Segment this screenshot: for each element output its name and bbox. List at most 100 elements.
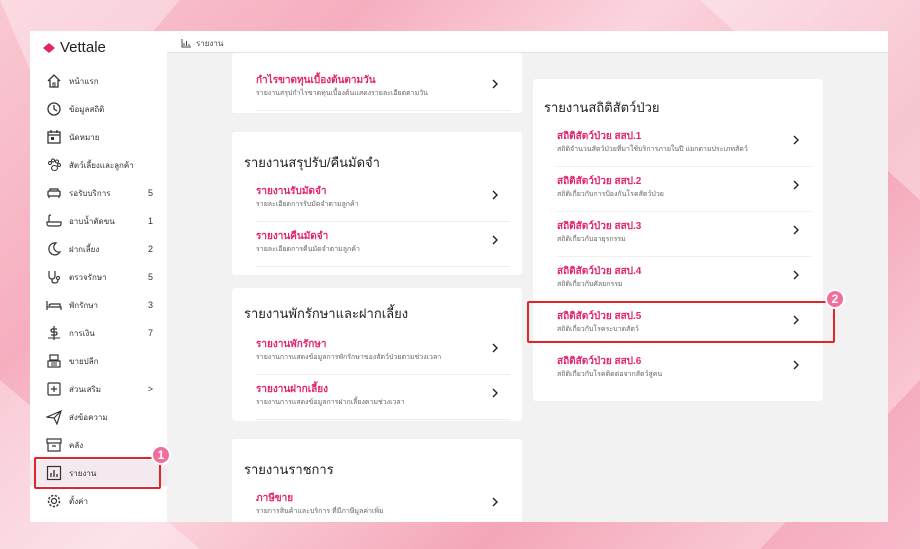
report-item-ssp6[interactable]: สถิติสัตว์ป่วย สสป.6 สถิติเกี่ยวกับโรคติ… [533,352,823,392]
report-desc: รายงานสรุปกำไรขาดทุนเบื้องต้นแสดงรายละเอ… [256,90,428,97]
report-item-boarding[interactable]: รายงานฝากเลี้ยง รายงานการแสดงข้อมูลการฝา… [232,380,522,420]
card-title: รายงานราชการ [244,462,334,477]
stay-report-card: รายงานพักรักษาและฝากเลี้ยง รายงานพักรักษ… [232,288,522,421]
chevron-right-icon [490,495,500,507]
report-item-sales-tax[interactable]: ภาษีขาย รายการสินค้าและบริการ ที่มีภาษีม… [232,489,522,522]
sidebar-item-label: ข้อมูลสถิติ [69,104,105,114]
sidebar-item-messages[interactable]: ส่งข้อความ [30,404,167,430]
profit-report-card: กำไรขาดทุนเบื้องต้นตามวัน รายงานสรุปกำไร… [232,53,522,113]
chevron-right-icon [490,341,500,353]
sidebar-item-label: การเงิน [69,328,95,338]
sidebar-item-label: หน้าแรก [69,76,99,86]
chevron-right-icon [791,268,801,280]
logo-icon [43,42,55,53]
report-item-profit-daily[interactable]: กำไรขาดทุนเบื้องต้นตามวัน รายงานสรุปกำไร… [232,71,522,111]
sidebar: Vettale หน้าแรก ข้อมูลสถิติ นัดหมาย สัตว… [30,31,167,522]
register-icon [46,353,62,369]
breadcrumb: รายงาน [181,37,223,50]
sidebar-item-waiting[interactable]: รอรับบริการ 5 [30,180,167,206]
report-name: สถิติสัตว์ป่วย สสป.1 [557,131,642,142]
sidebar-item-home[interactable]: หน้าแรก [30,68,167,94]
divider [557,211,811,212]
calendar-icon [46,129,62,145]
card-title: รายงานพักรักษาและฝากเลี้ยง [244,306,409,321]
sidebar-item-inventory[interactable]: คลัง [30,432,167,458]
report-desc: รายละเอียดการคืนมัดจำตามลูกค้า [256,246,360,253]
highlight-box-ssp5 [527,301,835,343]
chevron-right-icon [791,178,801,190]
sidebar-item-count: 1 [147,216,153,226]
plus-box-icon [46,381,62,397]
report-desc: รายงานการแสดงข้อมูลการฝากเลี้ยงตามช่วงเว… [256,399,405,406]
brand-logo[interactable]: Vettale [42,39,106,56]
sidebar-item-label: นัดหมาย [69,132,100,142]
highlight-box-reports [34,457,161,489]
sidebar-item-label: ฝากเลี้ยง [69,244,100,254]
report-name: รายงานรับมัดจำ [256,186,327,197]
sidebar-item-hospitalization[interactable]: พักรักษา 3 [30,292,167,318]
sidebar-item-grooming[interactable]: อาบน้ำตัดขน 1 [30,208,167,234]
report-item-deposit-return[interactable]: รายงานคืนมัดจำ รายละเอียดการคืนมัดจำตามล… [232,227,522,267]
report-name: สถิติสัตว์ป่วย สสป.2 [557,176,642,187]
sofa-icon [46,185,62,201]
sidebar-item-count: 7 [147,328,153,338]
report-item-deposit-receive[interactable]: รายงานรับมัดจำ รายละเอียดการรับมัดจำตามล… [232,182,522,222]
sick-animal-stats-card: รายงานสถิติสัตว์ป่วย สถิติสัตว์ป่วย สสป.… [533,79,823,401]
report-desc: รายละเอียดการรับมัดจำตามลูกค้า [256,201,359,208]
deposit-report-card: รายงานสรุปรับ/คืนมัดจำ รายงานรับมัดจำ รา… [232,132,522,275]
card-title: รายงานสถิติสัตว์ป่วย [544,100,660,115]
report-item-ssp1[interactable]: สถิติสัตว์ป่วย สสป.1 สถิติจำนวนสัตว์ป่วย… [533,127,823,167]
top-bar: รายงาน [167,31,888,53]
app-window: Vettale หน้าแรก ข้อมูลสถิติ นัดหมาย สัตว… [30,31,888,522]
step-badge-2: 2 [825,289,845,309]
archive-icon [46,437,62,453]
chevron-right-icon [490,188,500,200]
report-name: รายงานฝากเลี้ยง [256,384,328,395]
sidebar-item-appointments[interactable]: นัดหมาย [30,124,167,150]
chart-icon [181,39,191,48]
divider [557,166,811,167]
sidebar-item-label: ส่วนเสริม [69,384,102,394]
divider [557,256,811,257]
sidebar-item-label: ขายปลีก [69,356,99,366]
sidebar-item-stats[interactable]: ข้อมูลสถิติ [30,96,167,122]
divider [256,266,510,267]
sidebar-item-count: 5 [147,188,153,198]
chevron-right-icon [490,233,500,245]
report-name: รายงานคืนมัดจำ [256,231,329,242]
moon-icon [46,241,62,257]
sidebar-item-boarding[interactable]: ฝากเลี้ยง 2 [30,236,167,262]
sidebar-item-label: ส่งข้อความ [69,412,108,422]
report-item-ssp4[interactable]: สถิติสัตว์ป่วย สสป.4 สถิติเกี่ยวกับศัลยก… [533,262,823,302]
sidebar-item-label: คลัง [69,440,84,450]
breadcrumb-label: รายงาน [196,39,224,48]
stats-icon [46,101,62,117]
divider [256,419,510,420]
sidebar-item-count: 5 [147,272,153,282]
report-name: สถิติสัตว์ป่วย สสป.4 [557,266,642,277]
report-item-hospitalization[interactable]: รายงานพักรักษา รายงานการแสดงข้อมูลการพัก… [232,335,522,375]
sidebar-item-examination[interactable]: ตรวจรักษา 5 [30,264,167,290]
sidebar-item-retail[interactable]: ขายปลีก [30,348,167,374]
sidebar-item-label: พักรักษา [69,300,99,310]
report-item-ssp3[interactable]: สถิติสัตว์ป่วย สสป.3 สถิติเกี่ยวกับอายุร… [533,217,823,257]
chevron-right-icon [490,77,500,89]
chevron-right-icon [490,386,500,398]
report-item-ssp2[interactable]: สถิติสัตว์ป่วย สสป.2 สถิติเกี่ยวกับการป้… [533,172,823,212]
report-desc: สถิติเกี่ยวกับโรคติดต่อจากสัตว์สู่คน [557,371,663,378]
report-name: ภาษีขาย [256,493,294,504]
sidebar-item-finance[interactable]: การเงิน 7 [30,320,167,346]
bath-icon [46,213,62,229]
report-name: กำไรขาดทุนเบื้องต้นตามวัน [256,75,376,86]
sidebar-item-label: รอรับบริการ [69,188,111,198]
report-desc: สถิติจำนวนสัตว์ป่วยที่มาใช้บริการภายในปี… [557,146,748,153]
send-icon [46,409,62,425]
home-icon [46,73,62,89]
sidebar-item-pets-customers[interactable]: สัตว์เลี้ยงและลูกค้า [30,152,167,178]
sidebar-item-addons[interactable]: ส่วนเสริม > [30,376,167,402]
sidebar-item-settings[interactable]: ตั้งค่า [30,488,167,514]
report-name: สถิติสัตว์ป่วย สสป.6 [557,356,642,367]
card-title: รายงานสรุปรับ/คืนมัดจำ [244,155,380,170]
divider [256,221,510,222]
government-report-card: รายงานราชการ ภาษีขาย รายการสินค้าและบริก… [232,439,522,522]
